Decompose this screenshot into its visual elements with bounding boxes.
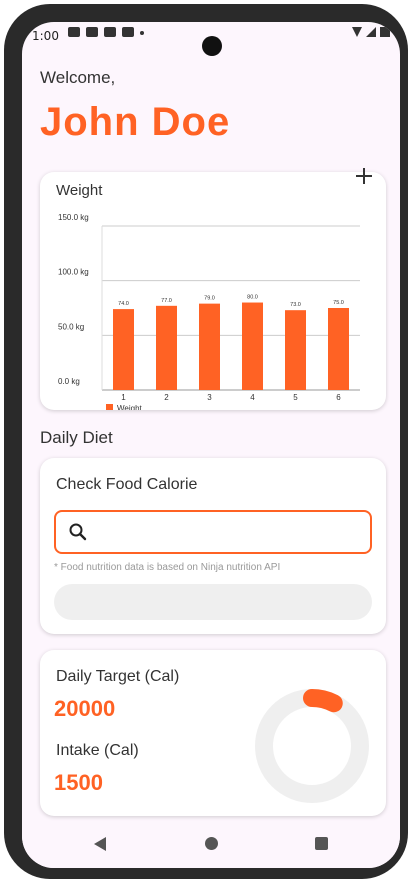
intake-value: 1500 <box>54 770 103 795</box>
bar <box>199 303 220 390</box>
daily-target-label: Daily Target (Cal) <box>56 668 180 685</box>
bar <box>285 310 306 390</box>
status-bar: 1:00 <box>22 22 400 56</box>
media-icon <box>104 27 116 37</box>
weight-bar-chart: 0.0 kg 50.0 kg 100.0 kg 150.0 kg 74.0 1 77.0 2 7… <box>58 213 360 410</box>
bar <box>328 308 349 390</box>
weight-card: Weight 0.0 kg 50.0 kg 100.0 kg 150.0 kg 74.0… <box>40 168 386 410</box>
food-card-title: Check Food Calorie <box>56 476 198 493</box>
food-search-input[interactable] <box>98 518 362 546</box>
welcome-text: Welcome, <box>40 68 116 87</box>
wifi-icon <box>352 27 362 37</box>
y-tick-label: 0.0 kg <box>58 377 80 386</box>
media-icon <box>86 27 98 37</box>
x-tick-label: 6 <box>336 393 341 402</box>
dot-icon <box>140 31 144 35</box>
front-camera <box>202 36 222 56</box>
recents-icon[interactable] <box>315 837 328 850</box>
daily-diet-title: Daily Diet <box>40 428 113 447</box>
nutrition-source-note: * Food nutrition data is based on Ninja … <box>54 562 281 573</box>
food-calorie-card: Check Food Calorie * Food nutrition data… <box>40 458 386 634</box>
battery-icon <box>380 27 390 37</box>
home-icon[interactable] <box>205 837 218 850</box>
ring-track <box>255 689 369 803</box>
notification-icons <box>68 27 144 37</box>
x-tick-label: 5 <box>293 393 298 402</box>
x-tick-label: 2 <box>164 393 169 402</box>
search-icon <box>69 523 87 541</box>
bar-value-label: 79.0 <box>204 296 215 302</box>
settings-icon <box>68 27 80 37</box>
bar <box>156 305 177 390</box>
back-icon[interactable] <box>94 837 106 851</box>
system-icons <box>352 27 390 37</box>
food-result-field <box>54 584 372 620</box>
bar <box>242 302 263 390</box>
legend-swatch <box>106 404 113 410</box>
signal-icon <box>366 27 376 37</box>
y-tick-label: 150.0 kg <box>58 213 89 222</box>
figure-icon <box>122 27 134 37</box>
status-time: 1:00 <box>32 29 59 43</box>
calorie-card: Daily Target (Cal) 20000 Intake (Cal) 15… <box>40 650 386 816</box>
bar <box>113 309 134 390</box>
y-tick-label: 50.0 kg <box>58 322 84 331</box>
y-tick-label: 100.0 kg <box>58 268 89 277</box>
food-search-box[interactable] <box>54 510 372 554</box>
bar-value-label: 74.0 <box>118 301 129 307</box>
legend-label: Weight <box>117 404 143 410</box>
user-name: John Doe <box>40 100 231 144</box>
system-nav-bar <box>22 822 400 868</box>
calorie-progress-ring <box>255 689 369 803</box>
bar-value-label: 77.0 <box>161 298 172 304</box>
daily-target-value: 20000 <box>54 696 116 721</box>
x-tick-label: 4 <box>250 393 255 402</box>
bar-value-label: 73.0 <box>290 302 301 308</box>
bar-value-label: 75.0 <box>333 300 344 306</box>
intake-label: Intake (Cal) <box>56 742 139 759</box>
x-tick-label: 1 <box>121 393 126 402</box>
x-tick-label: 3 <box>207 393 212 402</box>
bar-value-label: 80.0 <box>247 295 258 301</box>
app-screen: 1:00 Welcome, John Doe Weight 0.0 kg 50.0… <box>22 22 400 868</box>
